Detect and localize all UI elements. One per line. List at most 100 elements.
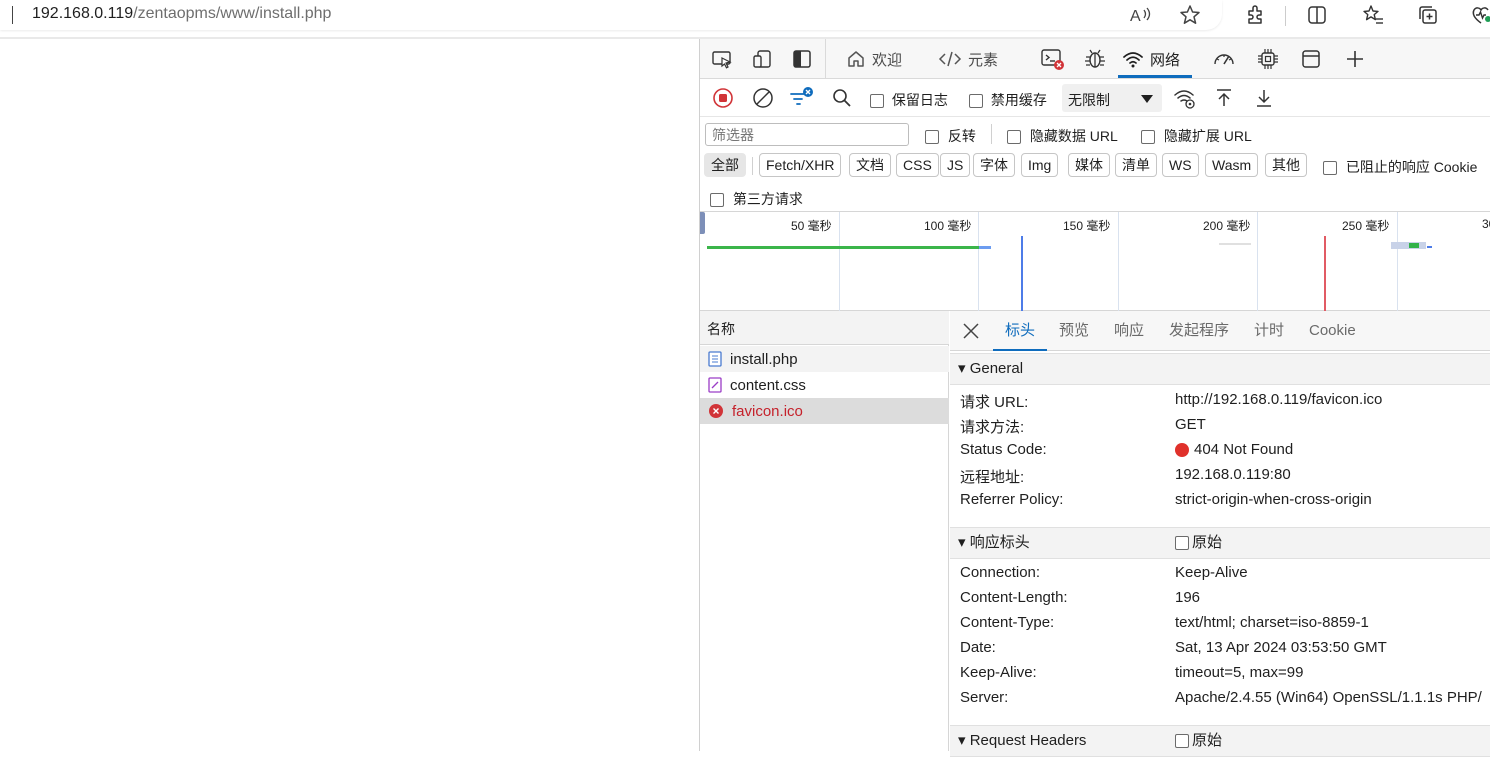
inspect-element-icon[interactable] — [709, 46, 735, 72]
checkbox-box[interactable] — [710, 193, 724, 208]
response-header-row: Date: Sat, 13 Apr 2024 03:53:50 GMT — [960, 639, 1490, 664]
type-doc-button[interactable]: 文档 — [849, 153, 891, 177]
disable-cache-label: 禁用缓存 — [990, 92, 1047, 108]
invert-checkbox[interactable]: 反转 — [925, 126, 976, 146]
disable-cache-checkbox[interactable]: 禁用缓存 — [969, 90, 1047, 110]
request-bar-install — [707, 246, 979, 249]
filter-toggle-icon[interactable] — [789, 85, 815, 111]
resource-type-filters: 全部 Fetch/XHR 文档 CSS JS 字体 Img 媒体 清单 WS W… — [700, 149, 1490, 181]
general-section-header[interactable]: ▾ General — [950, 353, 1490, 385]
type-wasm-button[interactable]: Wasm — [1205, 153, 1259, 177]
sources-bug-icon[interactable] — [1082, 46, 1108, 72]
stop-recording-icon[interactable] — [710, 85, 736, 111]
type-css-button[interactable]: CSS — [896, 153, 939, 177]
request-row-install[interactable]: install.php — [700, 346, 949, 372]
raw-toggle[interactable]: 原始 — [1175, 528, 1222, 558]
tab-divider — [825, 39, 826, 79]
hide-data-url-checkbox[interactable]: 隐藏数据 URL — [1007, 126, 1118, 146]
performance-gauge-icon[interactable] — [1211, 46, 1237, 72]
request-row-favicon-selected[interactable]: favicon.ico — [700, 398, 949, 424]
network-conditions-icon[interactable] — [1172, 85, 1198, 111]
tab-cookies[interactable]: Cookie — [1309, 311, 1356, 351]
hide-extension-url-checkbox[interactable]: 隐藏扩展 URL — [1141, 126, 1252, 146]
url-text[interactable]: 192.168.0.119/zentaopms/www/install.php — [32, 5, 331, 23]
name-column-header[interactable]: 名称 — [700, 311, 949, 345]
checkbox-box[interactable] — [969, 94, 983, 109]
favorite-star-icon[interactable] — [1177, 2, 1203, 28]
header-value: text/html; charset=iso-8859-1 — [1175, 614, 1369, 631]
clear-log-icon[interactable] — [750, 85, 776, 111]
tick-label: 100 毫秒 — [924, 219, 972, 233]
type-fetch-xhr-button[interactable]: Fetch/XHR — [759, 153, 842, 177]
overview-handle[interactable] — [700, 212, 705, 234]
url-path: /zentaopms/www/install.php — [133, 5, 332, 22]
tab-response[interactable]: 响应 — [1114, 311, 1144, 351]
header-value: 192.168.0.119:80 — [1175, 466, 1291, 483]
favorites-icon[interactable] — [1360, 2, 1386, 28]
close-icon[interactable] — [958, 318, 984, 344]
address-bar[interactable]: 192.168.0.119/zentaopms/www/install.php … — [0, 0, 1222, 30]
collections-icon[interactable] — [1415, 2, 1441, 28]
text-caret — [12, 6, 13, 24]
application-panel-icon[interactable] — [1298, 46, 1324, 72]
third-party-checkbox[interactable]: 第三方请求 — [710, 189, 803, 209]
tab-preview[interactable]: 预览 — [1059, 311, 1089, 351]
tick-label: 50 毫秒 — [791, 219, 832, 233]
type-img-button[interactable]: Img — [1021, 153, 1059, 177]
filter-row: 反转 隐藏数据 URL 隐藏扩展 URL — [700, 117, 1490, 149]
request-row-css[interactable]: content.css — [700, 372, 949, 398]
bar-tail — [1427, 246, 1432, 248]
extensions-icon[interactable] — [1243, 2, 1269, 28]
device-emulation-icon[interactable] — [749, 46, 775, 72]
console-icon[interactable] — [1039, 46, 1065, 72]
search-icon[interactable] — [829, 85, 855, 111]
import-har-icon[interactable] — [1211, 85, 1237, 111]
tab-initiator[interactable]: 发起程序 — [1169, 311, 1229, 351]
checkbox-box[interactable] — [1007, 130, 1021, 145]
throttling-select[interactable]: 无限制 — [1062, 84, 1162, 112]
response-headers-section-header[interactable]: ▾ 响应标头 原始 — [950, 527, 1490, 559]
tab-elements[interactable]: 元素 — [938, 39, 998, 79]
checkbox-box[interactable] — [1323, 161, 1337, 176]
raw-toggle[interactable]: 原始 — [1175, 726, 1222, 756]
browser-essentials-icon[interactable] — [1468, 2, 1490, 28]
type-js-button[interactable]: JS — [940, 153, 971, 177]
request-headers-section-header[interactable]: ▾ Request Headers 原始 — [950, 725, 1490, 757]
devtools-tab-strip: 欢迎 元素 网络 — [700, 39, 1490, 79]
dock-side-icon[interactable] — [789, 46, 815, 72]
filter-input[interactable] — [705, 123, 909, 146]
type-ws-button[interactable]: WS — [1162, 153, 1199, 177]
checkbox-box[interactable] — [870, 94, 884, 109]
type-manifest-button[interactable]: 清单 — [1115, 153, 1157, 177]
preserve-log-checkbox[interactable]: 保留日志 — [870, 90, 948, 110]
type-other-button[interactable]: 其他 — [1265, 153, 1307, 177]
tab-timing[interactable]: 计时 — [1254, 311, 1284, 351]
type-media-button[interactable]: 媒体 — [1068, 153, 1110, 177]
status-value: 404 Not Found — [1175, 441, 1293, 458]
chevron-down-icon — [1140, 92, 1154, 108]
checkbox-box[interactable] — [1175, 536, 1189, 551]
stylesheet-icon — [708, 377, 722, 393]
error-icon — [708, 403, 724, 419]
preserve-log-label: 保留日志 — [891, 92, 948, 108]
type-font-button[interactable]: 字体 — [973, 153, 1015, 177]
add-tool-plus-icon[interactable] — [1342, 46, 1368, 72]
tab-network[interactable]: 网络 — [1117, 39, 1193, 79]
checkbox-box[interactable] — [1141, 130, 1155, 145]
header-key: Referrer Policy: — [960, 491, 1064, 508]
split-screen-icon[interactable] — [1304, 2, 1330, 28]
export-har-icon[interactable] — [1251, 85, 1277, 111]
tab-label: 欢迎 — [872, 51, 903, 69]
triangle-down-icon: ▾ — [958, 534, 966, 551]
network-overview[interactable]: 50 毫秒 100 毫秒 150 毫秒 200 毫秒 250 毫秒 30 — [700, 211, 1490, 312]
type-all-button[interactable]: 全部 — [704, 153, 746, 177]
checkbox-box[interactable] — [1175, 734, 1189, 749]
read-aloud-icon[interactable]: A — [1127, 2, 1153, 28]
tab-headers[interactable]: 标头 — [992, 311, 1048, 351]
checkbox-box[interactable] — [925, 130, 939, 145]
blocked-cookies-label: 已阻止的响应 Cookie — [1345, 159, 1478, 175]
memory-chip-icon[interactable] — [1255, 46, 1281, 72]
tab-welcome[interactable]: 欢迎 — [846, 39, 902, 79]
section-title: Request Headers — [969, 732, 1087, 749]
blocked-cookies-checkbox[interactable]: 已阻止的响应 Cookie — [1323, 157, 1477, 177]
